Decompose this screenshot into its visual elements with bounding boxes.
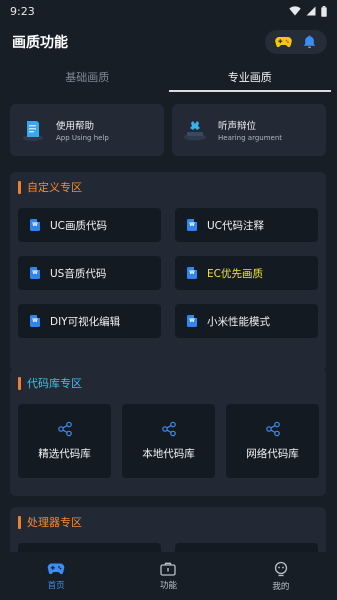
button-label: 精选代码库: [38, 448, 91, 460]
button-label: UC代码注释: [207, 219, 265, 232]
network-library-button[interactable]: 网络代码库: [226, 404, 319, 478]
uc-code-notes-button[interactable]: W UC代码注释: [175, 208, 318, 242]
uc-quality-code-button[interactable]: W UC画质代码: [18, 208, 161, 242]
hearing-icon: [182, 117, 208, 143]
status-icons: [289, 5, 327, 17]
toolbox-icon: [160, 562, 177, 576]
share-icon: [57, 421, 72, 437]
custom-section-title: 自定义专区: [27, 181, 82, 194]
document-icon: W: [30, 219, 40, 231]
home-gamepad-icon: [47, 563, 65, 574]
battery-icon: [321, 5, 327, 17]
cellular-signal-icon: [306, 6, 316, 16]
section-accent-bar: [18, 376, 21, 390]
status-bar: 9:23: [0, 0, 337, 22]
button-label: EC优先画质: [207, 267, 263, 280]
tab-bar: 基础画质 专业画质: [6, 62, 331, 92]
nav-features[interactable]: 功能: [112, 552, 224, 600]
button-label: US音质代码: [50, 267, 107, 280]
button-label: 网络代码库: [246, 448, 299, 460]
nav-profile-label: 我的: [272, 581, 290, 592]
profile-icon: [274, 561, 287, 576]
document-icon-letter: W: [32, 270, 38, 276]
curated-library-button[interactable]: 精选代码库: [18, 404, 111, 478]
hearing-title: 听声辩位: [218, 121, 257, 132]
document-icon: W: [30, 315, 40, 327]
usage-help-title: 使用帮助: [56, 121, 95, 132]
nav-profile[interactable]: 我的: [225, 552, 337, 600]
button-label: DIY可视化编辑: [50, 315, 121, 328]
document-icon-letter: W: [189, 222, 195, 228]
codelib-section: 代码库专区 精选代码库 本地代码库 网络代码库: [10, 368, 326, 496]
page-title: 画质功能: [12, 35, 68, 51]
usage-help-subtitle: App Using help: [56, 134, 109, 142]
document-icon-letter: W: [32, 318, 38, 324]
us-audio-code-button[interactable]: W US音质代码: [18, 256, 161, 290]
app-bar: 画质功能: [0, 22, 337, 62]
document-icon: W: [187, 315, 197, 327]
bottom-nav: 首页 功能 我的: [0, 552, 337, 600]
diy-visual-edit-button[interactable]: W DIY可视化编辑: [18, 304, 161, 338]
codelib-section-title: 代码库专区: [27, 377, 82, 390]
nav-home[interactable]: 首页: [0, 552, 112, 600]
local-library-button[interactable]: 本地代码库: [122, 404, 215, 478]
nav-features-label: 功能: [159, 580, 177, 591]
section-accent-bar: [18, 515, 21, 529]
section-accent-bar: [18, 180, 21, 194]
help-book-icon: [20, 117, 46, 143]
xiaomi-performance-button[interactable]: W 小米性能模式: [175, 304, 318, 338]
hearing-subtitle: Hearing argument: [218, 134, 283, 142]
tab-basic-quality[interactable]: 基础画质: [6, 62, 169, 92]
ec-priority-quality-button[interactable]: W EC优先画质: [175, 256, 318, 290]
document-icon-letter: W: [189, 318, 195, 324]
gamepad-button[interactable]: [274, 33, 292, 51]
custom-section: 自定义专区 W UC画质代码 W UC代码注释 W US音质代码 W EC优先画质 W D…: [10, 172, 326, 372]
document-icon: W: [187, 219, 197, 231]
notification-button[interactable]: [300, 33, 318, 51]
gamepad-icon: [274, 37, 292, 48]
button-label: UC画质代码: [50, 219, 108, 232]
processor-section-header: 处理器专区: [10, 507, 326, 537]
document-icon-letter: W: [32, 222, 38, 228]
wifi-icon: [289, 6, 301, 16]
codelib-grid: 精选代码库 本地代码库 网络代码库: [10, 398, 326, 478]
share-icon: [265, 421, 280, 437]
action-capsule: [265, 30, 327, 54]
tab-pro-quality[interactable]: 专业画质: [168, 62, 332, 92]
share-icon: [161, 421, 176, 437]
custom-section-header: 自定义专区: [10, 172, 326, 202]
button-label: 本地代码库: [142, 448, 195, 460]
hearing-card[interactable]: 听声辩位 Hearing argument: [172, 104, 326, 156]
nav-home-label: 首页: [47, 580, 65, 591]
usage-help-card[interactable]: 使用帮助 App Using help: [10, 104, 164, 156]
processor-section-title: 处理器专区: [27, 516, 82, 529]
status-time: 9:23: [10, 4, 35, 18]
codelib-section-header: 代码库专区: [10, 368, 326, 398]
help-row: 使用帮助 App Using help 听声辩位 Hearing argumen…: [10, 104, 326, 156]
button-label: 小米性能模式: [207, 315, 270, 328]
document-icon: W: [187, 267, 197, 279]
bell-icon: [303, 35, 315, 49]
document-icon: W: [30, 267, 40, 279]
custom-grid: W UC画质代码 W UC代码注释 W US音质代码 W EC优先画质 W DIY可视化编…: [10, 202, 326, 338]
document-icon-letter: W: [189, 270, 195, 276]
